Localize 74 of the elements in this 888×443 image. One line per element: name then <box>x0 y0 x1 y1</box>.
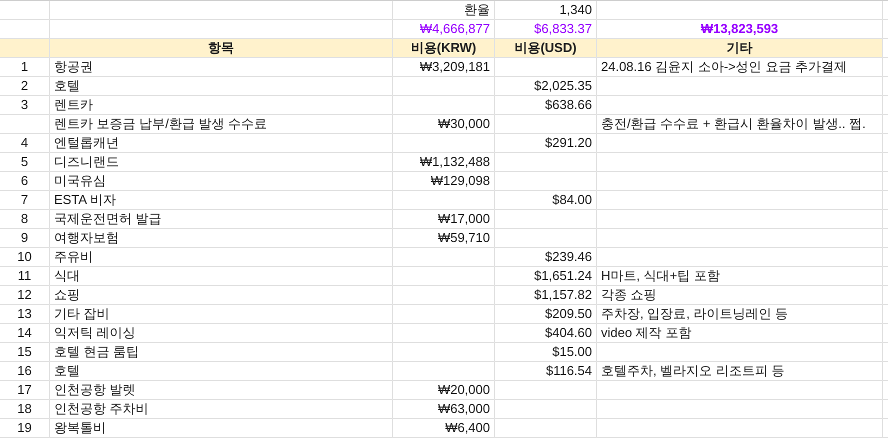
column-header: 항목 <box>50 39 393 58</box>
table-cell: 인천공항 주차비 <box>50 400 393 419</box>
table-cell: ₩129,098 <box>393 172 495 191</box>
table-cell: $638.66 <box>495 96 597 115</box>
table-cell: 1,340 <box>495 1 597 20</box>
table-cell: 호텔 <box>50 362 393 381</box>
table-cell: $239.46 <box>495 248 597 267</box>
table-cell: ₩20,000 <box>393 381 495 400</box>
table-cell: ₩59,710 <box>393 229 495 248</box>
table-cell: 주차장, 입장료, 라이트닝레인 등 <box>597 305 883 324</box>
table-cell: 17 <box>0 381 50 400</box>
table-cell: 엔털롭캐년 <box>50 134 393 153</box>
table-cell: 1 <box>0 58 50 77</box>
table-cell: 19 <box>0 419 50 438</box>
table-cell: 호텔주차, 벨라지오 리조트피 등 <box>597 362 883 381</box>
table-cell: 24.08.16 김윤지 소아->성인 요금 추가결제 <box>597 58 883 77</box>
table-cell: $1,651.24 <box>495 267 597 286</box>
table-cell: 14 <box>0 324 50 343</box>
table-cell: $1,157.82 <box>495 286 597 305</box>
table-cell: 렌트카 보증금 납부/환급 발생 수수료 <box>50 115 393 134</box>
table-cell: 13 <box>0 305 50 324</box>
table-cell: ₩63,000 <box>393 400 495 419</box>
table-cell: $15.00 <box>495 343 597 362</box>
table-cell: ₩3,209,181 <box>393 58 495 77</box>
table-cell: $404.60 <box>495 324 597 343</box>
table-cell: 16 <box>0 362 50 381</box>
table-cell: $291.20 <box>495 134 597 153</box>
table-cell: 4 <box>0 134 50 153</box>
table-cell: 11 <box>0 267 50 286</box>
table-cell: 6 <box>0 172 50 191</box>
table-cell: 9 <box>0 229 50 248</box>
table-cell: 10 <box>0 248 50 267</box>
table-cell: $209.50 <box>495 305 597 324</box>
table-cell: $84.00 <box>495 191 597 210</box>
table-cell: $2,025.35 <box>495 77 597 96</box>
table-cell: 렌트카 <box>50 96 393 115</box>
column-header: 기타 <box>597 39 883 58</box>
empty-cell <box>0 1 50 20</box>
table-cell: 환율 <box>393 1 495 20</box>
table-cell: 5 <box>0 153 50 172</box>
table-cell: 주유비 <box>50 248 393 267</box>
table-cell: ESTA 비자 <box>50 191 393 210</box>
table-cell: 여행자보험 <box>50 229 393 248</box>
table-cell: 7 <box>0 191 50 210</box>
table-cell: 식대 <box>50 267 393 286</box>
table-cell: ₩30,000 <box>393 115 495 134</box>
table-cell: 국제운전면허 발급 <box>50 210 393 229</box>
table-cell: 미국유심 <box>50 172 393 191</box>
table-cell: 쇼핑 <box>50 286 393 305</box>
column-header: 비용(USD) <box>495 39 597 58</box>
table-cell: 12 <box>0 286 50 305</box>
table-cell: 디즈니랜드 <box>50 153 393 172</box>
column-header: 비용(KRW) <box>393 39 495 58</box>
table-cell: 인천공항 발렛 <box>50 381 393 400</box>
table-cell: 각종 쇼핑 <box>597 286 883 305</box>
table-cell: 충전/환급 수수료 + 환급시 환율차이 발생.. 쩝. <box>597 115 883 134</box>
table-cell: 항공권 <box>50 58 393 77</box>
table-cell: $116.54 <box>495 362 597 381</box>
table-cell: 왕복톨비 <box>50 419 393 438</box>
table-cell: 익저틱 레이싱 <box>50 324 393 343</box>
table-cell: H마트, 식대+팁 포함 <box>597 267 883 286</box>
table-cell: 기타 잡비 <box>50 305 393 324</box>
table-cell: 호텔 현금 룸팁 <box>50 343 393 362</box>
table-cell: ₩6,400 <box>393 419 495 438</box>
table-cell: video 제작 포함 <box>597 324 883 343</box>
empty-cell <box>0 115 50 134</box>
table-cell: ₩1,132,488 <box>393 153 495 172</box>
table-cell: 3 <box>0 96 50 115</box>
table-cell: 18 <box>0 400 50 419</box>
table-cell: 15 <box>0 343 50 362</box>
table-cell: 호텔 <box>50 77 393 96</box>
table-cell: ₩17,000 <box>393 210 495 229</box>
table-cell: 2 <box>0 77 50 96</box>
table-cell: 8 <box>0 210 50 229</box>
